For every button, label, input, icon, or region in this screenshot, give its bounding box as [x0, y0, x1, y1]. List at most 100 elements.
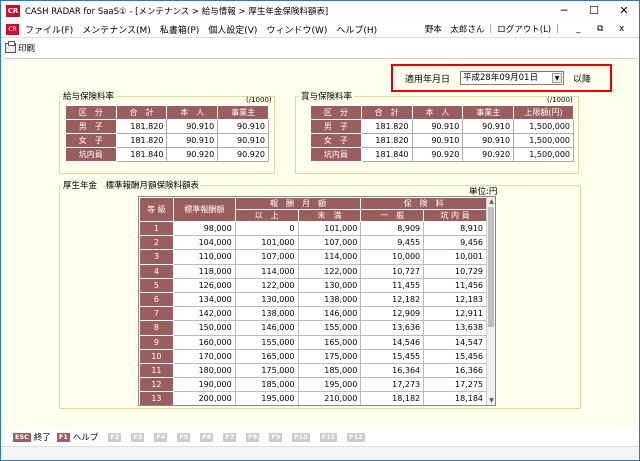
cell: 90.910	[166, 133, 219, 148]
user-area: 野本 太郎さん | ログアウト(L) |	[425, 21, 559, 37]
vertical-scrollbar[interactable]: ▲ ▼	[486, 197, 495, 405]
cell: 98,000	[172, 220, 236, 237]
cell: 181.820	[115, 133, 168, 148]
row-label: 男 子	[310, 119, 362, 134]
cell: 12,909	[360, 306, 425, 322]
grade-cell: 12	[139, 377, 174, 393]
effective-date-suffix: 以降	[573, 74, 592, 85]
table-row: 女 子 181.820 90.910 90.910 1,500,000	[310, 133, 574, 148]
cell: 155,000	[234, 334, 299, 350]
cell: 122,000	[234, 277, 299, 293]
table-row[interactable]: 6 134,000 130,000 138,000 12,182 12,183	[139, 291, 487, 308]
menu-maintenance[interactable]: メンテナンス(M)	[82, 23, 151, 36]
cell: 104,000	[172, 235, 236, 251]
col-header: 標準報酬額	[172, 197, 236, 222]
cell: 10,729	[423, 263, 487, 279]
mdi-restore-icon[interactable]: ⧉	[597, 21, 603, 37]
menu-help[interactable]: ヘルプ(H)	[336, 23, 377, 36]
fkey-cap: F9	[269, 432, 283, 442]
table-row[interactable]: 4 118,000 114,000 122,000 10,727 10,729	[139, 263, 487, 279]
fkey-cap: ESC	[13, 432, 31, 442]
col-header: 本 人	[411, 105, 464, 120]
col-header: 未 満	[297, 209, 362, 222]
fkey-f3: F3	[131, 432, 145, 442]
scroll-down-icon[interactable]: ▼	[487, 396, 495, 405]
cell: 10,000	[360, 249, 425, 265]
col-header: 事業主	[462, 105, 515, 120]
grade-cell: 1	[139, 220, 174, 237]
mdi-app-icon[interactable]: CR	[6, 23, 19, 35]
close-icon[interactable]: ✕	[609, 1, 639, 21]
fkey-cap: F8	[246, 432, 260, 442]
table-row[interactable]: 7 142,000 138,000 146,000 12,909 12,911	[139, 306, 487, 322]
minimize-icon[interactable]: ─	[549, 1, 579, 21]
cell: 101,000	[234, 235, 299, 251]
table-row[interactable]: 2 104,000 101,000 107,000 9,455 9,456	[139, 235, 487, 251]
effective-date-value: 平成28年09月01日	[463, 73, 538, 83]
col-header: 区 分	[65, 105, 117, 120]
cell: 134,000	[172, 291, 236, 308]
effective-date-select[interactable]: 平成28年09月01日 ▼	[460, 71, 565, 85]
cell: 170,000	[172, 348, 236, 364]
menu-file[interactable]: ファイル(F)	[25, 23, 73, 36]
table-row[interactable]: 10 170,000 165,000 175,000 15,455 15,456	[139, 348, 487, 364]
print-button[interactable]: 印刷	[18, 42, 35, 54]
cell: 122,000	[297, 263, 362, 279]
logout-link[interactable]: ログアウト(L)	[497, 23, 551, 35]
table-row[interactable]: 13 200,000 195,000 210,000 18,182 18,184	[139, 391, 487, 405]
cell: 126,000	[172, 277, 236, 293]
fkey-cap: F7	[223, 432, 237, 442]
menu-window[interactable]: ウィンドウ(W)	[266, 23, 327, 36]
cell: 181.820	[360, 119, 413, 134]
cell: 9,456	[423, 235, 487, 251]
grade-cell: 6	[139, 291, 174, 308]
cell: 146,000	[297, 306, 362, 322]
cell: 18,184	[423, 391, 487, 405]
cell: 13,638	[423, 320, 487, 336]
mdi-close-icon[interactable]: x	[619, 21, 624, 37]
grade-cell: 9	[139, 334, 174, 350]
user-name: 野本 太郎さん	[424, 25, 485, 35]
cell: 142,000	[172, 306, 236, 322]
effective-date-label: 適用年月日	[405, 74, 451, 85]
cell: 8,910	[423, 220, 487, 237]
fkey-label: 終了	[33, 433, 51, 443]
fkey-esc[interactable]: ESC 終了	[13, 431, 51, 443]
menu-mailbox[interactable]: 私書箱(P)	[160, 23, 199, 36]
row-label: 坑内員	[310, 147, 362, 162]
salary-rate-table: 区 分 合 計 本 人 事業主 男 子 181.820 90.910 90.91…	[65, 105, 269, 162]
mdi-minimize-icon[interactable]: _	[576, 21, 581, 37]
table-row[interactable]: 12 190,000 185,000 195,000 17,273 17,275	[139, 377, 487, 393]
printer-icon[interactable]	[5, 40, 16, 53]
maximize-icon[interactable]: ☐	[579, 1, 609, 21]
table-row[interactable]: 9 160,000 155,000 165,000 14,546 14,547	[139, 334, 487, 350]
fkey-cap: F10	[292, 432, 310, 442]
cell: 130,000	[234, 291, 299, 308]
table-row[interactable]: 5 126,000 122,000 130,000 11,455 11,456	[139, 277, 487, 293]
fkey-f10: F10	[292, 432, 310, 442]
salary-rate-unit: (/1000)	[246, 96, 272, 104]
table-row[interactable]: 1 98,000 0 101,000 8,909 8,910	[139, 220, 487, 237]
cell: 14,547	[423, 334, 487, 350]
scroll-thumb[interactable]	[488, 207, 494, 327]
cell: 90.920	[411, 147, 464, 162]
table-row[interactable]: 8 150,000 146,000 155,000 13,636 13,638	[139, 320, 487, 336]
scroll-up-icon[interactable]: ▲	[487, 197, 495, 206]
chevron-down-icon[interactable]: ▼	[552, 73, 563, 83]
bonus-rate-table: 区 分 合 計 本 人 事業主 上限額(円) 男 子 181.820 90.91…	[310, 105, 574, 162]
cell: 12,183	[423, 291, 487, 308]
grade-cell: 10	[139, 348, 174, 364]
fkey-f1[interactable]: F1 ヘルプ	[56, 431, 98, 443]
cell: 165,000	[297, 334, 362, 350]
table-row[interactable]: 11 180,000 175,000 185,000 16,364 16,366	[139, 362, 487, 379]
table-row[interactable]: 3 110,000 107,000 114,000 10,000 10,001	[139, 249, 487, 265]
grade-table-scroll[interactable]: 等 級 標準報酬額 報 酬 月 額 保 険 料 以 上 未 満 一 般 坑 内 …	[138, 196, 496, 406]
grade-cell: 4	[139, 263, 174, 279]
cell: 165,000	[234, 348, 299, 364]
menu-personal-settings[interactable]: 個人設定(V)	[208, 23, 257, 36]
menu-bar: CR ファイル(F) メンテナンス(M) 私書箱(P) 個人設定(V) ウィンド…	[1, 21, 639, 37]
fkey-cap: F3	[131, 432, 145, 442]
grade-cell: 7	[139, 306, 174, 322]
fkey-cap: F11	[319, 432, 338, 442]
cell: 107,000	[234, 249, 299, 265]
